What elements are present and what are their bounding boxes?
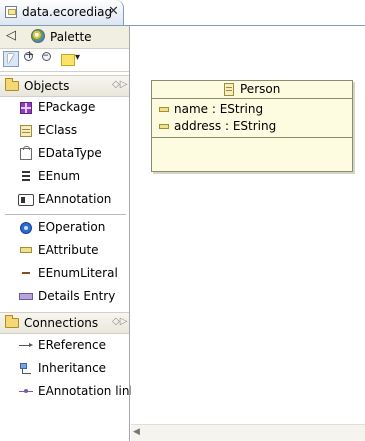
attribute-row[interactable]: address : EString: [152, 118, 352, 135]
enum-icon: [20, 171, 32, 183]
attribute-label: name : EString: [174, 102, 264, 116]
palette-item-label: EAttribute: [38, 243, 99, 257]
close-icon[interactable]: ✕: [108, 4, 119, 19]
palette-item-label: EOperation: [38, 220, 106, 234]
editor-tab-title: data.ecorediag: [22, 5, 113, 19]
palette-item-eenum[interactable]: EEnum: [0, 166, 129, 188]
diagram-canvas[interactable]: Person name : EString address : EString: [131, 26, 365, 424]
select-tool-icon[interactable]: [3, 51, 19, 67]
scroll-left-icon[interactable]: ◀: [133, 427, 140, 437]
palette-item-label: EDataType: [38, 146, 102, 160]
collapse-palette-icon[interactable]: ◁: [6, 28, 16, 43]
palette: ◁ Palette Objects ◇▷ EPackage EClass EDa…: [0, 26, 136, 441]
enum-literal-icon: [22, 272, 30, 274]
drawer-label: Connections: [24, 316, 99, 330]
diagram-file-icon: [5, 6, 17, 18]
pin-drawer-icon[interactable]: ◇▷: [112, 79, 127, 90]
palette-item-eclass[interactable]: EClass: [0, 120, 129, 142]
palette-item-label: EEnumLiteral: [38, 266, 118, 280]
palette-item-label: EAnnotation link: [38, 384, 137, 398]
attribute-icon: [20, 247, 32, 253]
drawer-objects[interactable]: Objects ◇▷: [0, 75, 129, 97]
palette-item-eoperation[interactable]: EOperation: [0, 217, 129, 239]
class-icon: [20, 125, 32, 137]
editor-tab-strip: data.ecorediag ✕: [0, 0, 365, 26]
palette-item-edatatype[interactable]: EDataType: [0, 143, 129, 165]
annotation-link-icon: [19, 389, 33, 394]
palette-item-label: EAnnotation: [38, 192, 112, 206]
palette-title: Palette: [50, 30, 92, 44]
attribute-row[interactable]: name : EString: [152, 101, 352, 118]
palette-item-label: EClass: [38, 123, 78, 137]
reference-icon: [19, 343, 33, 348]
palette-header: ◁ Palette: [0, 26, 129, 49]
palette-item-eenumliteral[interactable]: EEnumLiteral: [0, 263, 129, 285]
palette-item-inheritance[interactable]: Inheritance: [0, 358, 129, 380]
palette-item-eannotation-link[interactable]: EAnnotation link: [0, 381, 136, 403]
datatype-icon: [20, 146, 32, 160]
palette-separator: [5, 214, 126, 215]
attribute-icon: [159, 124, 169, 129]
palette-item-details-entry[interactable]: Details Entry: [0, 286, 129, 308]
palette-icon: [31, 29, 45, 43]
editor-tab[interactable]: data.ecorediag ✕: [0, 0, 124, 25]
palette-item-eannotation[interactable]: EAnnotation: [0, 189, 129, 211]
package-icon: [20, 102, 32, 114]
folder-open-icon: [5, 315, 19, 328]
palette-toolbar: [0, 48, 129, 72]
eclass-node-person[interactable]: Person name : EString address : EString: [151, 80, 353, 172]
palette-item-eattribute[interactable]: EAttribute: [0, 240, 129, 262]
class-header: Person: [152, 81, 352, 99]
pin-drawer-icon[interactable]: ◇▷: [112, 316, 127, 327]
zoom-out-icon[interactable]: [41, 48, 57, 67]
palette-item-epackage[interactable]: EPackage: [0, 97, 129, 119]
note-dropdown-icon[interactable]: [60, 51, 82, 67]
drawer-label: Objects: [24, 79, 70, 93]
folder-open-icon: [5, 78, 19, 91]
palette-item-label: EPackage: [38, 100, 96, 114]
inheritance-icon: [20, 363, 32, 375]
details-entry-icon: [19, 293, 33, 300]
class-name[interactable]: Person: [240, 82, 280, 96]
palette-item-label: EReference: [38, 338, 107, 352]
attribute-icon: [159, 107, 169, 112]
horizontal-scrollbar[interactable]: ◀: [131, 424, 365, 441]
class-icon: [224, 83, 234, 96]
annotation-icon: [18, 194, 34, 206]
attribute-label: address : EString: [174, 119, 277, 133]
operation-icon: [20, 222, 32, 234]
palette-item-ereference[interactable]: EReference: [0, 335, 129, 357]
zoom-in-icon[interactable]: [23, 48, 39, 67]
palette-item-label: Inheritance: [38, 361, 107, 375]
palette-item-label: Details Entry: [38, 289, 116, 303]
palette-item-label: EEnum: [38, 169, 81, 183]
drawer-connections[interactable]: Connections ◇▷: [0, 312, 129, 334]
operations-compartment-divider: [152, 137, 352, 138]
